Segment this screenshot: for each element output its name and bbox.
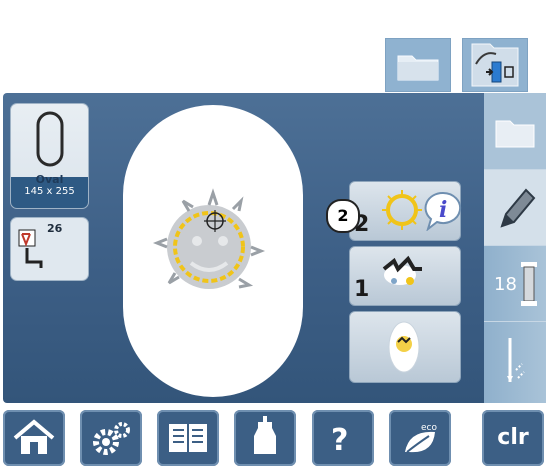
callout-number: 2 (326, 199, 360, 233)
svg-text:i: i (439, 197, 447, 223)
transfer-button[interactable] (462, 38, 528, 92)
svg-text:eco: eco (421, 423, 437, 433)
settings-button[interactable] (80, 410, 142, 466)
right-panel: 18 (484, 93, 546, 403)
clear-button[interactable]: clr (482, 410, 544, 466)
embroidery-canvas[interactable] (123, 105, 303, 397)
tutorial-button[interactable] (157, 410, 219, 466)
thread-spool-icon (521, 262, 537, 306)
help-button[interactable]: ? (312, 410, 374, 466)
svg-text:?: ? (331, 423, 348, 458)
sun-icon (382, 190, 422, 230)
sewing-guide-icon (254, 416, 276, 454)
layer-number: 1 (354, 277, 370, 302)
crosshair-icon (204, 210, 226, 232)
hoop-label: Oval (35, 173, 64, 186)
settings-icon (93, 422, 130, 455)
oval-hoop-icon (36, 111, 64, 167)
pencil-icon (500, 188, 536, 228)
tutorial-icon (169, 424, 207, 452)
layer-item-all[interactable] (349, 311, 461, 383)
transfer-icon (471, 43, 519, 87)
info-icon[interactable]: i (423, 191, 465, 231)
eco-icon: eco (405, 423, 437, 453)
folder-icon (495, 120, 535, 148)
folder-icon (397, 55, 439, 81)
stitch-count: 26 (47, 222, 63, 235)
hoop-selection-button[interactable]: Oval 145 x 255 (10, 103, 89, 209)
layer-item-1[interactable]: 1 (349, 246, 461, 306)
dog-icon (382, 255, 422, 285)
thread-colors-tab[interactable]: 18 (484, 245, 546, 322)
folder-button[interactable] (385, 38, 451, 92)
help-icon: ? (331, 423, 348, 458)
home-icon (13, 419, 55, 454)
thread-count: 18 (494, 274, 517, 295)
eco-button[interactable]: eco (389, 410, 451, 466)
sun-design-icon (152, 188, 266, 289)
stitch-sequence-tab[interactable] (484, 321, 546, 404)
needle-icon (507, 338, 525, 382)
hoop-preview-icon (388, 321, 420, 373)
sewing-guide-button[interactable] (234, 410, 296, 466)
folder-tab[interactable] (484, 93, 546, 169)
edit-tab[interactable] (484, 169, 546, 246)
stitch-counter-button[interactable]: 26 (10, 217, 89, 281)
hoop-size: 145 x 255 (24, 186, 75, 197)
home-button[interactable] (3, 410, 65, 466)
embroidery-screen: Oval 145 x 255 26 2 2 i 1 18 (3, 93, 546, 403)
